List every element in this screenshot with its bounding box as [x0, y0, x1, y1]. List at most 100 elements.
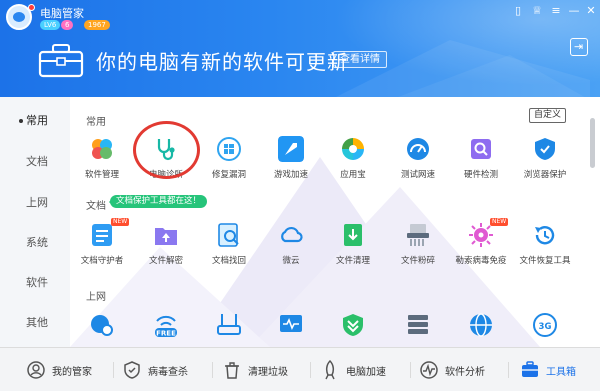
chip-scan-icon	[471, 139, 491, 159]
active-dot	[19, 119, 23, 123]
software-analysis-icon	[420, 361, 438, 379]
tool-label: 文件清理	[335, 256, 370, 266]
tool-label: 硬件检测	[463, 170, 498, 180]
tab-divider	[310, 362, 311, 378]
customize-button[interactable]: 自定义	[529, 108, 566, 123]
tool-document-guard[interactable]: NEW 文档守护者	[67, 218, 137, 266]
tool-document-recover[interactable]: 文档找回	[194, 222, 264, 266]
tab-pc-boost[interactable]: 电脑加速	[320, 348, 400, 392]
router-icon	[217, 314, 241, 335]
sidebar: 常用 文档 上网 系统 软件 其他	[0, 97, 70, 347]
tool-label: 修复漏洞	[211, 170, 246, 180]
document-recover-icon	[218, 223, 239, 247]
level-badge: LV6	[40, 20, 61, 30]
header-banner: 电脑管家 LV6 6 1967 ▯ ♕ ≡ — ✕ 你的电脑有新的软件可更新 查…	[0, 0, 600, 97]
section-title-internet: 上网	[86, 292, 106, 303]
phone-icon[interactable]: ▯	[511, 4, 525, 18]
tool-label: 微云	[282, 256, 300, 266]
tool-label: 测试网速	[400, 170, 435, 180]
scrollbar[interactable]	[590, 118, 595, 168]
tool-label: 文件粉碎	[400, 256, 435, 266]
tool-fix-vulnerability[interactable]: 修复漏洞	[194, 136, 264, 180]
tool-hardware-check[interactable]: 硬件检测	[446, 136, 516, 180]
tool-label: 文件恢复工具	[519, 256, 571, 266]
tool-file-clean[interactable]: 文件清理	[318, 222, 388, 266]
menu-icon[interactable]: ≡	[549, 4, 563, 18]
globe-icon	[470, 313, 492, 337]
tool-network-monitor[interactable]	[256, 312, 326, 338]
file-restore-icon	[535, 226, 555, 245]
exit-toolbox-button[interactable]: ⇥	[570, 38, 588, 56]
tool-speed-test[interactable]: 测试网速	[383, 136, 453, 180]
document-guard-icon	[92, 224, 112, 246]
tool-game-boost[interactable]: 游戏加速	[256, 136, 326, 180]
network-globe-icon	[91, 315, 113, 336]
virus-kill-icon	[124, 361, 140, 379]
tab-software-analysis[interactable]: 软件分析	[419, 348, 499, 392]
shredder-icon	[407, 224, 429, 246]
rocket-boost-icon	[325, 360, 335, 380]
minimize-icon[interactable]: —	[567, 4, 581, 18]
tool-server[interactable]	[383, 312, 453, 338]
tab-toolbox[interactable]: 工具箱	[520, 348, 600, 392]
tool-label: 勒索病毒免疫	[455, 256, 507, 266]
app-store-icon	[342, 138, 364, 160]
exit-icon: ⇥	[574, 40, 584, 53]
tab-divider	[113, 362, 114, 378]
tool-network-1[interactable]	[67, 312, 137, 338]
sidebar-item-label: 软件	[26, 276, 48, 289]
file-clean-icon	[344, 224, 362, 246]
free-label: FREE	[156, 330, 176, 338]
tab-divider	[410, 362, 411, 378]
3g-icon: 3G	[533, 313, 557, 337]
skin-icon[interactable]: ♕	[530, 4, 544, 18]
view-details-button[interactable]: 查看详情	[333, 51, 387, 68]
toolbox-icon	[38, 44, 84, 78]
rocket-icon	[278, 136, 304, 162]
sidebar-item-label: 上网	[26, 196, 48, 209]
tool-file-restore[interactable]: 文件恢复工具	[510, 222, 580, 266]
update-message: 你的电脑有新的软件可更新	[96, 50, 348, 74]
highlight-circle	[133, 121, 200, 179]
tab-label: 我的管家	[52, 367, 92, 378]
tab-clean-junk[interactable]: 清理垃圾	[222, 348, 302, 392]
toolbox-tab-icon	[522, 361, 538, 377]
tool-shield-down[interactable]	[318, 312, 388, 338]
tool-weiyun[interactable]: 微云	[256, 222, 326, 266]
folder-decrypt-icon	[155, 228, 177, 245]
tool-ransomware-immune[interactable]: NEW 勒索病毒免疫	[446, 218, 516, 266]
tab-label: 工具箱	[546, 367, 576, 378]
app-title: 电脑管家	[40, 7, 84, 20]
tab-label: 病毒查杀	[148, 367, 188, 378]
trash-clean-icon	[225, 362, 239, 379]
tool-file-shred[interactable]: 文件粉碎	[383, 222, 453, 266]
virus-immune-icon	[469, 223, 493, 247]
tool-router[interactable]	[194, 312, 264, 338]
tool-globe[interactable]	[446, 312, 516, 338]
tool-app-store[interactable]: 应用宝	[318, 136, 388, 180]
tool-file-decrypt[interactable]: 文件解密	[131, 222, 201, 266]
tool-label: 文件解密	[148, 256, 183, 266]
tool-browser-protect[interactable]: 浏览器保护	[510, 136, 580, 180]
tool-software-manager[interactable]: 软件管理	[67, 136, 137, 180]
tab-divider	[508, 362, 509, 378]
tool-label: 游戏加速	[273, 170, 308, 180]
tab-virus-scan[interactable]: 病毒查杀	[122, 348, 202, 392]
network-monitor-icon	[280, 315, 302, 332]
tool-free-wifi[interactable]: FREE	[131, 312, 201, 338]
server-icon	[408, 315, 428, 334]
tab-my-butler[interactable]: 我的管家	[26, 348, 106, 392]
butler-icon	[27, 361, 45, 379]
notification-dot	[28, 4, 35, 11]
cloud-icon	[281, 226, 303, 243]
shield-down-icon	[343, 314, 363, 336]
sidebar-item-label: 常用	[26, 114, 48, 127]
tab-label: 软件分析	[445, 367, 485, 378]
tool-label: 应用宝	[340, 170, 366, 180]
section-title-common: 常用	[86, 117, 106, 128]
speedometer-icon	[407, 138, 429, 160]
tool-3g[interactable]: 3G	[510, 312, 580, 338]
tab-label: 电脑加速	[346, 367, 386, 378]
section-title-documents: 文档	[86, 201, 106, 212]
close-icon[interactable]: ✕	[584, 4, 598, 18]
